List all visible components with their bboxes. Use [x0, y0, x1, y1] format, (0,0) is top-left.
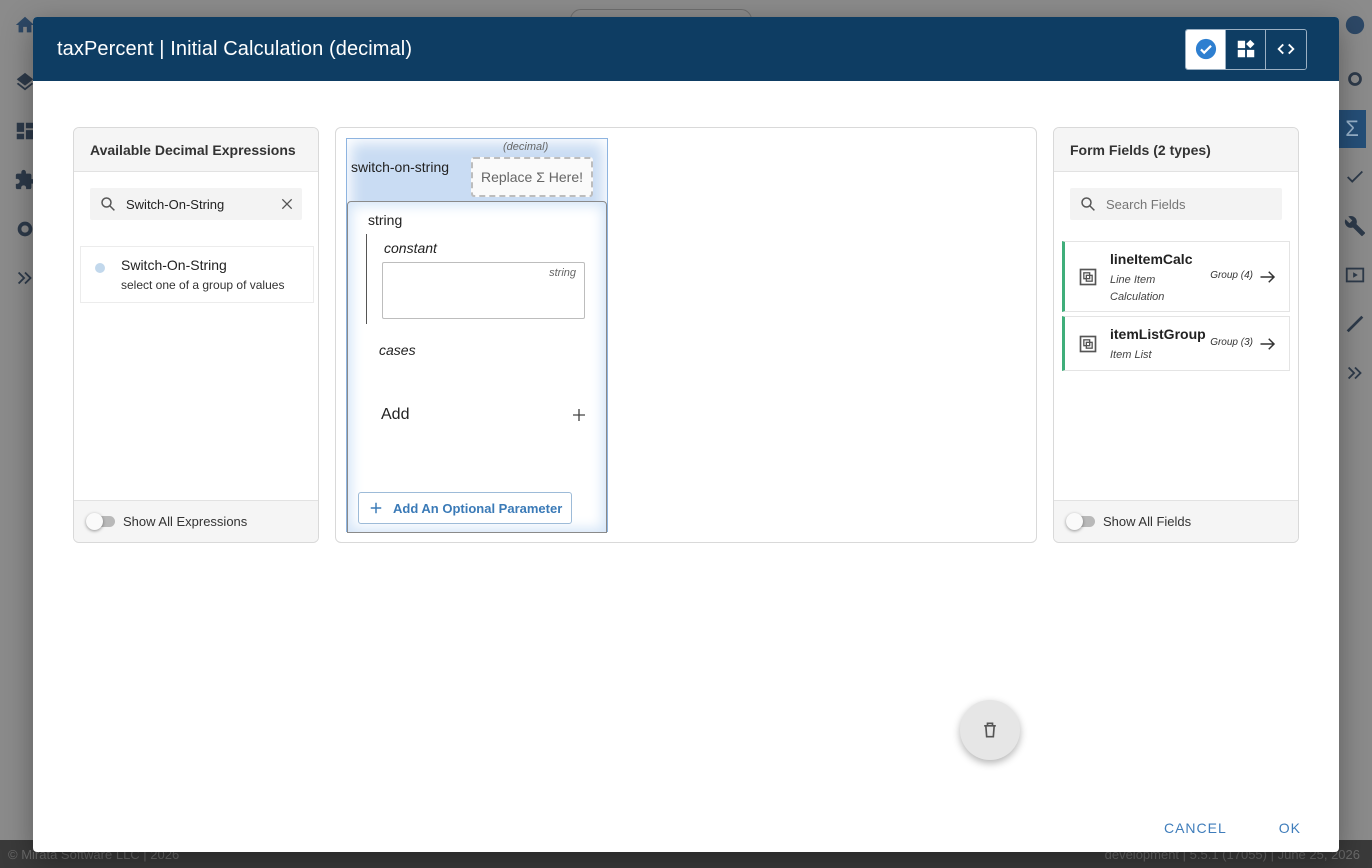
plus-icon: [573, 409, 585, 421]
wrench-icon: [1344, 216, 1366, 237]
switch-on-string-block[interactable]: (decimal) switch-on-string Replace Σ Her…: [346, 138, 608, 533]
field-description: Calculation: [1110, 291, 1165, 303]
show-all-fields-toggle[interactable]: [1066, 513, 1095, 530]
dialog-header: taxPercent | Initial Calculation (decima…: [33, 17, 1339, 81]
field-description: Item List: [1110, 349, 1152, 361]
add-optional-parameter-label: Add An Optional Parameter: [393, 500, 563, 516]
expression-title: Switch-On-String: [121, 257, 227, 273]
expressions-panel-footer: Show All Expressions: [74, 500, 318, 542]
expression-search-value: Switch-On-String: [126, 196, 225, 212]
search-icon: [90, 195, 126, 213]
arrow-right-icon[interactable]: [1259, 337, 1277, 351]
delete-button[interactable]: [960, 700, 1020, 760]
expression-description: select one of a group of values: [121, 278, 285, 292]
field-search-input[interactable]: Search Fields: [1070, 188, 1282, 220]
widgets-mode-button[interactable]: [1226, 29, 1266, 69]
search-icon: [1070, 195, 1106, 213]
gear-icon: [1348, 72, 1362, 86]
arrow-right-icon[interactable]: [1259, 270, 1277, 284]
cancel-button[interactable]: CANCEL: [1164, 820, 1227, 836]
check-circle-icon: [1195, 38, 1216, 60]
expression-item-switch-on-string[interactable]: Switch-On-String select one of a group o…: [80, 246, 314, 303]
group-field-icon: [1079, 335, 1097, 353]
param-string-label: string: [368, 212, 403, 228]
field-item-lineitemcalc[interactable]: lineItemCalc Line Item Calculation Group…: [1062, 241, 1290, 312]
expressions-panel: Available Decimal Expressions Switch-On-…: [73, 127, 319, 543]
code-icon: [1277, 43, 1295, 55]
parameters-box: string constant string cases Add Add An …: [347, 201, 607, 533]
constant-string-input[interactable]: string: [382, 262, 585, 319]
clear-search-icon[interactable]: [272, 196, 302, 212]
expression-builder-panel: (decimal) switch-on-string Replace Σ Her…: [335, 127, 1037, 543]
slideshow-icon: [1345, 267, 1365, 283]
ok-button[interactable]: OK: [1279, 820, 1301, 836]
expression-dot-icon: [95, 263, 105, 273]
show-all-fields-label: Show All Fields: [1103, 514, 1192, 529]
constant-type-hint: string: [549, 267, 576, 279]
field-search-placeholder: Search Fields: [1106, 196, 1186, 212]
widgets-icon: [1237, 39, 1255, 58]
calculation-dialog: taxPercent | Initial Calculation (decima…: [33, 17, 1339, 852]
account-icon: [1345, 15, 1365, 35]
expand-more-icon: [1347, 366, 1362, 380]
show-all-expressions-toggle[interactable]: [86, 513, 115, 530]
dialog-title: taxPercent | Initial Calculation (decima…: [57, 37, 413, 60]
add-icon: [370, 502, 382, 514]
field-group-count: Group (4): [1210, 270, 1253, 281]
expression-search-input[interactable]: Switch-On-String: [90, 188, 302, 220]
trash-icon: [984, 722, 996, 738]
check-icon: [1347, 170, 1363, 183]
form-fields-panel: Form Fields (2 types) Search Fields line…: [1053, 127, 1299, 543]
add-optional-parameter-button[interactable]: Add An Optional Parameter: [358, 492, 572, 524]
mode-toggle-group: [1185, 28, 1307, 70]
dialog-actions: CANCEL OK: [1164, 820, 1301, 836]
field-group-count: Group (3): [1210, 337, 1253, 348]
brush-icon: [1346, 315, 1364, 333]
field-name: lineItemCalc: [1110, 251, 1193, 267]
add-case-label: Add: [381, 406, 410, 423]
field-description: Line Item: [1110, 274, 1156, 286]
replace-slot[interactable]: Replace Σ Here!: [471, 157, 593, 197]
code-mode-button[interactable]: [1266, 29, 1306, 69]
group-field-icon: [1079, 268, 1097, 286]
field-item-itemlistgroup[interactable]: itemListGroup Item List Group (3): [1062, 316, 1290, 371]
show-all-expressions-label: Show All Expressions: [123, 514, 248, 529]
param-cases-label: cases: [379, 342, 416, 358]
return-type-hint: (decimal): [503, 141, 549, 153]
field-name: itemListGroup: [1110, 326, 1206, 342]
form-fields-panel-title: Form Fields (2 types): [1054, 128, 1298, 172]
visual-mode-button[interactable]: [1186, 29, 1226, 69]
expressions-panel-title: Available Decimal Expressions: [74, 128, 318, 172]
add-case-row[interactable]: Add: [381, 406, 587, 424]
param-constant-label: constant: [384, 240, 437, 256]
background-sigma-tab: Σ: [1338, 110, 1366, 148]
param-divider: [366, 234, 367, 324]
function-name: switch-on-string: [351, 159, 450, 175]
form-fields-panel-footer: Show All Fields: [1054, 500, 1298, 542]
